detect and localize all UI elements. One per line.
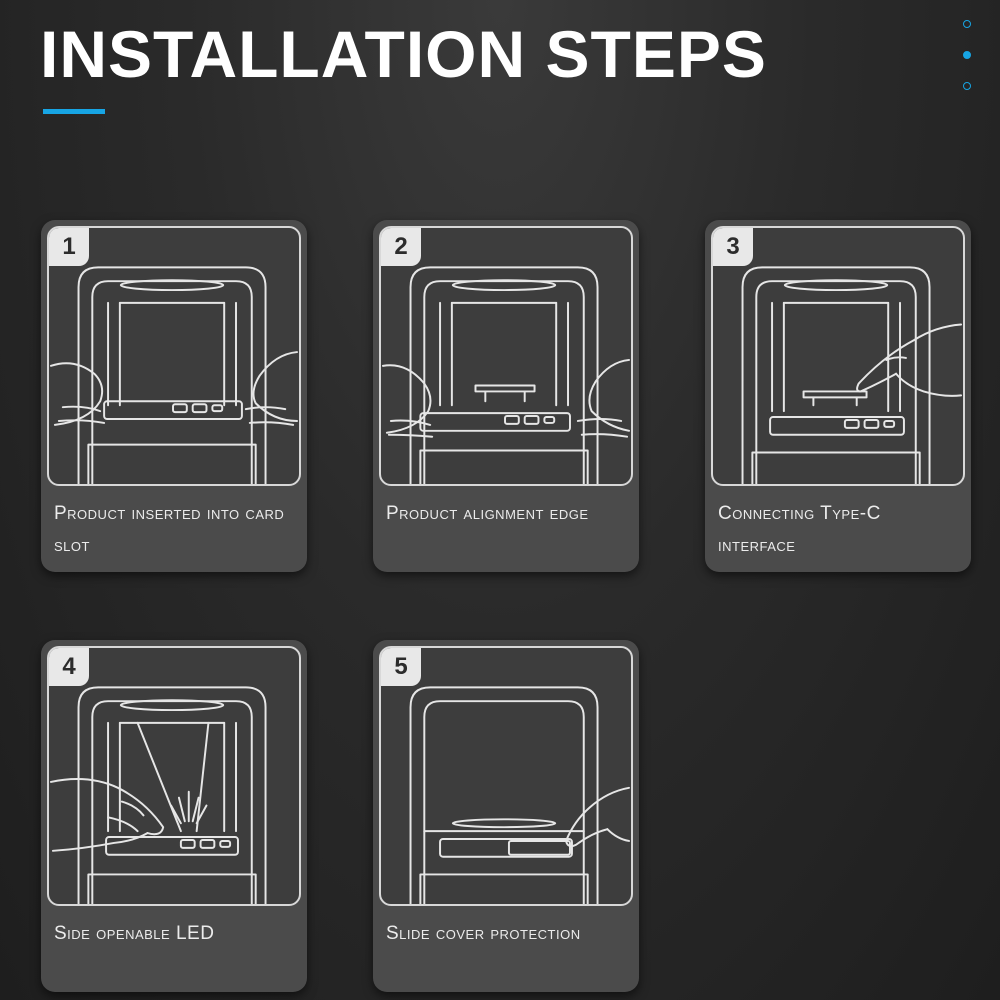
finger-connect-typec-icon: 3 <box>711 226 965 486</box>
step-caption: Side openable LED <box>54 923 215 944</box>
hands-insert-product-icon: 1 <box>47 226 301 486</box>
pager-dot-3[interactable] <box>963 82 971 90</box>
hands-align-edge-icon: 2 <box>379 226 633 486</box>
step-caption: Product inserted into card slot <box>54 503 285 556</box>
step-card-5: 5 Slide cover protection <box>373 640 639 992</box>
step-number-badge: 5 <box>381 648 421 686</box>
step-number-badge: 1 <box>49 228 89 266</box>
step-caption: Product alignment edge <box>386 503 589 524</box>
step-card-4: 4 Side openable LED <box>41 640 307 992</box>
finger-slide-cover-icon: 5 <box>379 646 633 906</box>
step-number-badge: 4 <box>49 648 89 686</box>
step-number-badge: 2 <box>381 228 421 266</box>
step-card-1: 1 Product inserted into card slot <box>41 220 307 572</box>
step-number-badge: 3 <box>713 228 753 266</box>
title-accent-bar <box>43 109 105 114</box>
page-title: INSTALLATION STEPS <box>40 17 767 91</box>
step-card-3: 3 Connecting Type-C interface <box>705 220 971 572</box>
step-card-2: 2 Product alignment edge <box>373 220 639 572</box>
pager-dot-2-active[interactable] <box>963 51 971 59</box>
step-caption: Slide cover protection <box>386 923 581 944</box>
step-caption: Connecting Type-C interface <box>718 503 881 556</box>
pager-dot-1[interactable] <box>963 20 971 28</box>
hand-open-led-icon: 4 <box>47 646 301 906</box>
